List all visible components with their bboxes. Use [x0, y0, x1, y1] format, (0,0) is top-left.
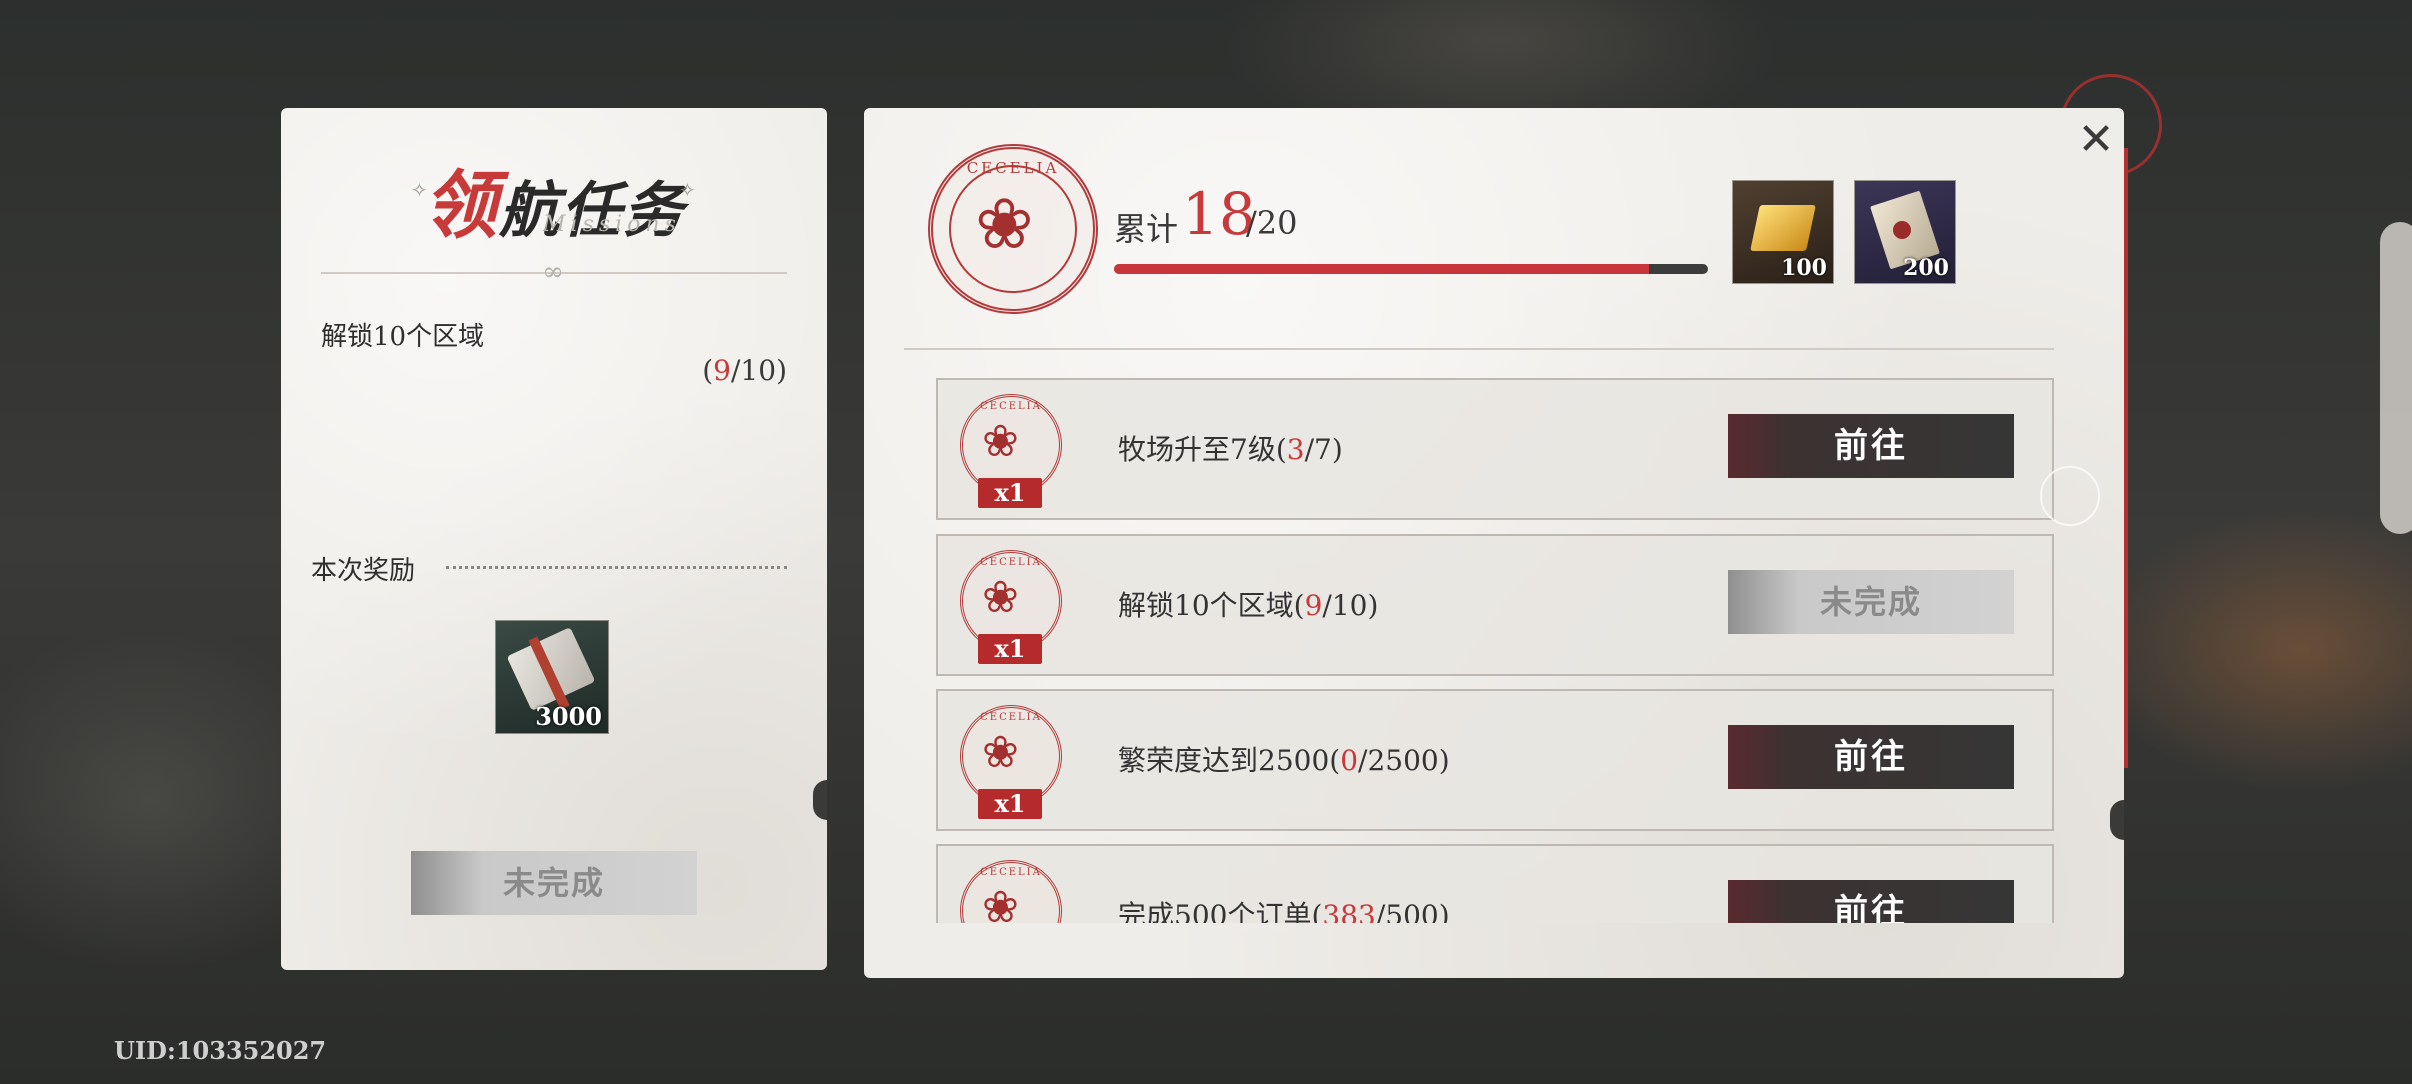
current-task-label: 解锁10个区域: [321, 322, 485, 352]
reward-gold[interactable]: 100: [1732, 180, 1834, 284]
lily-icon: ❀: [982, 572, 1019, 623]
reward-count-badge: x1: [978, 789, 1042, 819]
reward-label: 本次奖励: [311, 556, 416, 586]
panel-notch: [2110, 800, 2124, 840]
reward-count-badge: x1: [978, 478, 1042, 508]
mission-row: CECELIA ❀ x1 牧场升至7级(3/7) 前往: [936, 378, 2054, 520]
mission-text: 解锁10个区域(9/10): [1118, 589, 1379, 622]
title-first-char: 领: [423, 163, 499, 249]
incomplete-button[interactable]: 未完成: [411, 851, 697, 915]
mission-row: CECELIA ❀ x1 繁荣度达到2500(0/2500) 前往: [936, 689, 2054, 831]
panel-notch: [813, 780, 827, 820]
decorative-ring: [2040, 466, 2100, 526]
close-icon[interactable]: ✕: [2074, 118, 2118, 164]
lily-icon: ❀: [982, 416, 1019, 467]
sparkle-icon: ✧: [679, 178, 696, 202]
cumulative-total: /20: [1246, 204, 1298, 242]
divider: [904, 348, 2054, 350]
cumulative-current: 18: [1182, 180, 1256, 248]
mission-row: CECELIA ❀ x1 解锁10个区域(9/10) 未完成: [936, 534, 2054, 676]
lily-icon: ❀: [982, 727, 1019, 778]
mission-text: 完成500个订单(383/500): [1118, 899, 1450, 923]
dotted-divider: [446, 566, 787, 569]
user-id: UID:103352027: [114, 1036, 327, 1065]
reward-letter[interactable]: 200: [1854, 180, 1956, 284]
mission-text: 繁荣度达到2500(0/2500): [1118, 744, 1450, 777]
right-mission-panel: CECELIA ❀ 累计 18 /20 100 200 ✕ CECELIA ❀ …: [864, 108, 2124, 978]
sparkle-icon: ✧: [411, 178, 428, 202]
mission-text: 牧场升至7级(3/7): [1118, 433, 1343, 466]
reward-quantity: 200: [1903, 255, 1949, 281]
panel-subtitle: Missions: [543, 212, 681, 237]
current-task-progress: (9/10): [702, 354, 787, 387]
progress-fill: [1114, 264, 1649, 274]
lily-icon: ❀: [982, 882, 1019, 923]
left-mission-panel: 领航任务 ✧ ✧ Missions ∞ 解锁10个区域 (9/10) 本次奖励 …: [281, 108, 827, 970]
seal-text: CECELIA: [966, 159, 1060, 177]
go-button[interactable]: 前往: [1728, 414, 2014, 478]
gold-bar-icon: [1750, 205, 1816, 251]
side-tab[interactable]: [2380, 222, 2412, 534]
reward-count-badge: x1: [978, 634, 1042, 664]
mission-row: CECELIA ❀ 完成500个订单(383/500) 前往: [936, 844, 2054, 923]
mission-list[interactable]: CECELIA ❀ x1 牧场升至7级(3/7) 前往 CECELIA ❀ x1…: [936, 378, 2056, 923]
reward-quantity: 3000: [535, 702, 602, 731]
cumulative-progress-bar: [1114, 264, 1708, 274]
cumulative-label: 累计: [1114, 210, 1179, 248]
go-button[interactable]: 前往: [1728, 880, 2014, 923]
lily-icon: ❀: [975, 183, 1034, 265]
go-button[interactable]: 前往: [1728, 725, 2014, 789]
reward-quantity: 100: [1781, 255, 1827, 281]
incomplete-button[interactable]: 未完成: [1728, 570, 2014, 634]
cecelia-seal-icon: CECELIA ❀: [928, 144, 1098, 314]
reward-item-cash[interactable]: 3000: [495, 620, 609, 734]
ornament-icon: ∞: [542, 257, 564, 287]
